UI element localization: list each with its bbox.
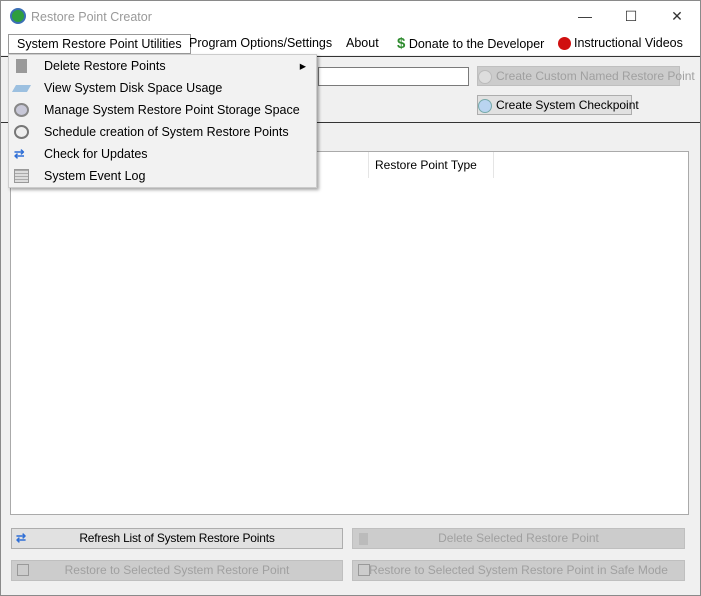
- clock-icon: [14, 125, 29, 139]
- create-checkpoint-button[interactable]: Create System Checkpoint: [477, 95, 639, 115]
- menu-item-manage-storage[interactable]: Manage System Restore Point Storage Spac…: [9, 99, 316, 121]
- menu-about[interactable]: About: [338, 34, 387, 54]
- refresh-icon: ⇄: [16, 531, 26, 545]
- item-label: Schedule creation of System Restore Poin…: [44, 125, 289, 139]
- trash-icon: [359, 533, 368, 545]
- item-label: Check for Updates: [44, 147, 148, 161]
- dollar-icon: $: [397, 35, 406, 52]
- restore-safe-label: Restore to Selected System Restore Point…: [369, 563, 668, 577]
- menu-donate[interactable]: $ Donate to the Developer: [389, 34, 552, 54]
- refresh-label: Refresh List of System Restore Points: [79, 531, 275, 545]
- create-custom-restore-point-button[interactable]: Create Custom Named Restore Point: [477, 66, 695, 86]
- restore-selected-button[interactable]: Restore to Selected System Restore Point: [11, 560, 343, 581]
- disc-icon: [478, 69, 492, 84]
- maximize-button[interactable]: ☐: [608, 1, 654, 33]
- item-label: Manage System Restore Point Storage Spac…: [44, 103, 300, 117]
- menu-item-schedule[interactable]: Schedule creation of System Restore Poin…: [9, 121, 316, 143]
- menu-item-delete-restore-points[interactable]: Delete Restore Points ▸: [9, 55, 316, 77]
- menu-videos-label: Instructional Videos: [574, 36, 683, 50]
- video-play-icon: [558, 37, 571, 51]
- delete-label: Delete Selected Restore Point: [438, 531, 599, 545]
- refresh-icon: ⇄: [14, 147, 25, 161]
- restore-label: Restore to Selected System Restore Point: [64, 563, 290, 577]
- item-label: System Event Log: [44, 169, 146, 183]
- menu-item-check-updates[interactable]: ⇄ Check for Updates: [9, 143, 316, 165]
- delete-selected-button[interactable]: Delete Selected Restore Point: [352, 528, 685, 549]
- restore-points-list[interactable]: Restore Point Type: [10, 151, 689, 515]
- create-custom-label: Create Custom Named Restore Point: [496, 69, 695, 83]
- log-icon: [14, 169, 29, 183]
- restore-icon: [358, 564, 370, 576]
- submenu-arrow-icon: ▸: [299, 59, 306, 73]
- column-header-type[interactable]: Restore Point Type: [369, 152, 494, 178]
- close-button[interactable]: ✕: [654, 1, 700, 33]
- trash-icon: [16, 59, 27, 73]
- create-checkpoint-label: Create System Checkpoint: [496, 98, 639, 112]
- restore-safe-mode-button[interactable]: Restore to Selected System Restore Point…: [352, 560, 685, 581]
- menu-item-disk-space[interactable]: View System Disk Space Usage: [9, 77, 316, 99]
- minimize-button[interactable]: —: [562, 1, 608, 33]
- storage-gear-icon: [14, 103, 29, 117]
- disc-icon: [478, 98, 492, 113]
- restore-icon: [17, 564, 29, 576]
- window-title: Restore Point Creator: [31, 10, 152, 24]
- item-label: View System Disk Space Usage: [44, 81, 223, 95]
- menu-system-restore-utilities[interactable]: System Restore Point Utilities: [8, 34, 191, 54]
- utilities-dropdown-menu: Delete Restore Points ▸ View System Disk …: [8, 54, 317, 188]
- app-icon: [10, 8, 26, 24]
- item-label: Delete Restore Points: [44, 59, 166, 73]
- menu-videos[interactable]: Instructional Videos: [550, 34, 691, 54]
- restore-point-name-input[interactable]: [318, 67, 469, 86]
- menu-program-options[interactable]: Program Options/Settings: [181, 34, 340, 54]
- menu-donate-label: Donate to the Developer: [408, 37, 545, 51]
- refresh-list-button[interactable]: ⇄ Refresh List of System Restore Points: [11, 528, 343, 549]
- disk-icon: [11, 85, 32, 92]
- menu-item-event-log[interactable]: System Event Log: [9, 165, 316, 187]
